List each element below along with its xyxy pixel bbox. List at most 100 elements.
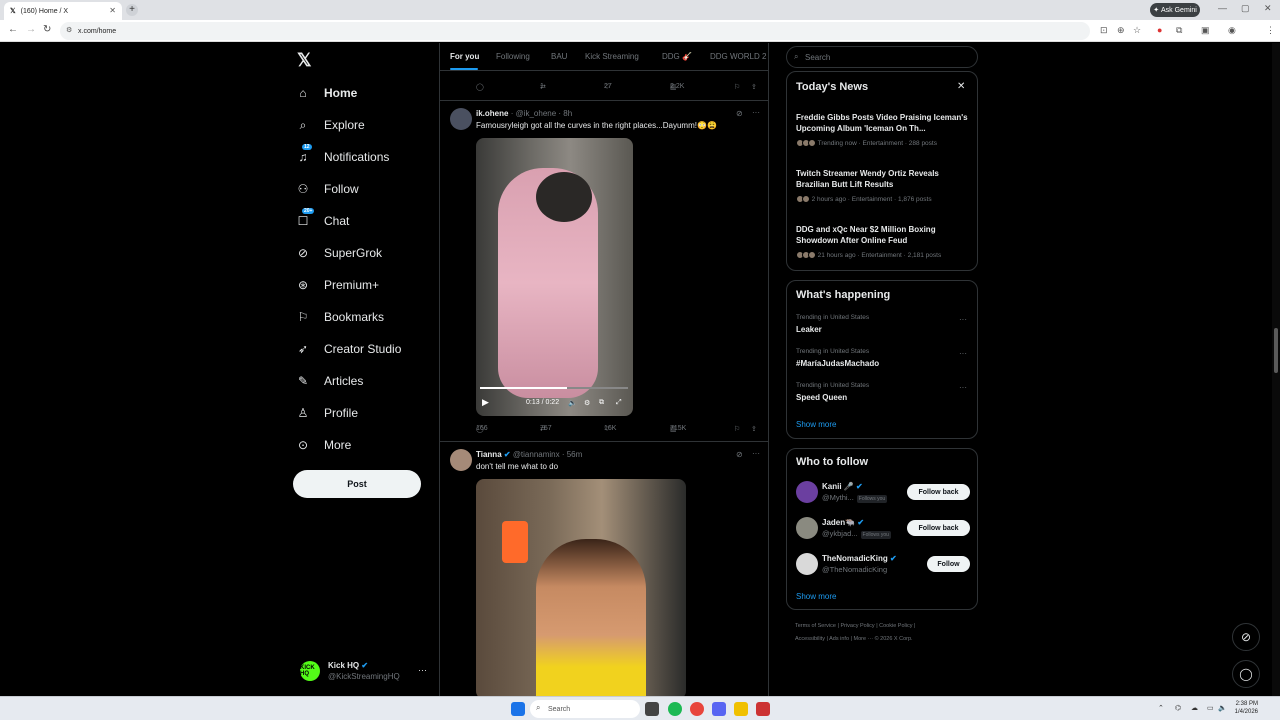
sidebar-item-premium[interactable]: ⊛ Premium+ <box>296 269 436 301</box>
play-icon[interactable]: ▶ <box>482 397 489 408</box>
spotify-icon[interactable] <box>668 702 682 716</box>
like-count: 16K <box>604 425 617 432</box>
tab-for-you[interactable]: For you <box>450 52 479 61</box>
chrome-icon[interactable] <box>690 702 704 716</box>
close-icon[interactable]: ✕ <box>957 81 965 92</box>
new-tab-button[interactable]: + <box>126 4 138 16</box>
reload-icon[interactable]: ↻ <box>43 24 51 35</box>
browser-menu-icon[interactable]: ⋮ <box>1266 25 1275 36</box>
pip-icon[interactable]: ⧉ <box>599 399 604 407</box>
post-image[interactable] <box>476 479 686 696</box>
app-icon[interactable] <box>756 702 770 716</box>
bookmark-star-icon[interactable]: ☆ <box>1133 25 1141 36</box>
site-info-icon[interactable]: ⚙ <box>66 26 72 34</box>
avatar[interactable] <box>450 108 472 130</box>
discord-icon[interactable] <box>712 702 726 716</box>
home-icon: ⌂ <box>299 86 307 100</box>
sidebar-item-creator-studio[interactable]: ➶ Creator Studio <box>296 333 436 365</box>
sidebar-item-explore[interactable]: ⌕ Explore <box>296 109 436 141</box>
volume-icon[interactable]: 🔈 <box>568 399 577 407</box>
more-icon[interactable]: ··· <box>959 349 967 358</box>
follow-button[interactable]: Follow <box>927 556 970 572</box>
tab-following[interactable]: Following <box>496 52 530 61</box>
sidebar-item-more[interactable]: ⊙ More <box>296 429 436 461</box>
share-icon[interactable]: ⇪ <box>751 83 757 91</box>
sidebar-item-label: Creator Studio <box>324 342 402 356</box>
show-more-link[interactable]: Show more <box>796 420 836 429</box>
sidebar-item-supergrok[interactable]: ⊘ SuperGrok <box>296 237 436 269</box>
search-input[interactable]: ⌕ Search <box>786 46 978 68</box>
follows-you-badge: Follows you <box>860 531 891 539</box>
video-progress-bar[interactable] <box>480 387 628 389</box>
bookmark-button[interactable]: ⚐ <box>734 83 740 91</box>
footer-links[interactable]: Accessibility | Ads info | More ··· © 20… <box>795 636 913 642</box>
sidebar-item-notifications[interactable]: ♫ 12 Notifications <box>296 141 436 173</box>
scrollbar-thumb[interactable] <box>1274 328 1278 373</box>
post-video[interactable]: ▶ 0:13 / 0:22 🔈 ⚙ ⧉ ⤢ <box>476 138 633 416</box>
bookmark-button[interactable]: ⚐ <box>734 425 740 433</box>
sidebar-item-profile[interactable]: ♙ Profile <box>296 397 436 429</box>
app-icon[interactable] <box>734 702 748 716</box>
show-more-link[interactable]: Show more <box>796 592 836 601</box>
share-icon[interactable]: ⇪ <box>751 425 757 433</box>
sidebar-item-chat[interactable]: ☐ 20+ Chat <box>296 205 436 237</box>
ask-gemini-button[interactable]: ✦ Ask Gemini <box>1150 3 1200 17</box>
settings-icon[interactable]: ⚙ <box>584 399 590 407</box>
post-author[interactable]: ik.ohene · @ik_ohene · 8h <box>476 109 572 118</box>
profile-icon[interactable]: ◉ <box>1228 25 1236 36</box>
post-author[interactable]: Tianna ✔ @tiannaminx · 56m <box>476 450 582 459</box>
grok-float-button[interactable]: ⊘ <box>1232 623 1260 651</box>
window-close-icon[interactable]: ✕ <box>1264 3 1272 14</box>
taskbar-search[interactable]: ⌕ Search <box>530 700 640 718</box>
tab-ddg[interactable]: DDG 🎸 <box>662 52 692 61</box>
tab-kick-streaming[interactable]: Kick Streaming <box>585 52 639 61</box>
post-button[interactable]: Post <box>293 470 421 498</box>
windows-start-icon[interactable] <box>511 702 525 716</box>
cloud-icon[interactable]: ☁ <box>1191 704 1198 712</box>
extension-icon[interactable]: ● <box>1157 25 1162 35</box>
file-explorer-icon[interactable] <box>645 702 659 716</box>
forward-icon[interactable]: → <box>26 24 36 35</box>
sidebar-item-articles[interactable]: ✎ Articles <box>296 365 436 397</box>
follow-back-button[interactable]: Follow back <box>907 484 970 500</box>
zoom-icon[interactable]: ⊕ <box>1117 25 1125 36</box>
sidebar-item-bookmarks[interactable]: ⚐ Bookmarks <box>296 301 436 333</box>
follow-back-button[interactable]: Follow back <box>907 520 970 536</box>
messages-float-button[interactable]: ◯ <box>1232 660 1260 688</box>
address-bar[interactable]: ⚙ x.com/home <box>60 22 1090 40</box>
maximize-icon[interactable]: ▢ <box>1241 3 1250 14</box>
avatar[interactable] <box>450 449 472 471</box>
more-icon[interactable]: ··· <box>752 108 760 117</box>
more-icon[interactable]: ··· <box>959 315 967 324</box>
back-icon[interactable]: ← <box>8 24 18 35</box>
more-icon[interactable]: ··· <box>752 449 760 458</box>
monitor-icon[interactable]: ▭ <box>1207 704 1214 712</box>
install-app-icon[interactable]: ⊡ <box>1100 25 1108 36</box>
split-view-icon[interactable]: ▣ <box>1201 25 1210 36</box>
taskbar-clock[interactable]: 2:38 PM 1/4/2026 <box>1230 700 1258 716</box>
network-icon[interactable]: ⌬ <box>1175 704 1181 712</box>
scrollbar[interactable] <box>1272 43 1280 696</box>
grok-icon[interactable]: ⊘ <box>736 450 743 459</box>
x-page: 𝕏 ⌂ Home ⌕ Explore ♫ 12 Notifications ⚇ Follo… <box>0 43 1280 696</box>
divider <box>440 100 768 101</box>
tab-bau[interactable]: BAU <box>551 52 567 61</box>
x-logo[interactable]: 𝕏 <box>297 50 312 71</box>
verified-icon: ✔ <box>503 450 511 459</box>
sidebar-item-home[interactable]: ⌂ Home <box>296 77 436 109</box>
minimize-icon[interactable]: — <box>1218 3 1227 13</box>
tab-ddg-world-2[interactable]: DDG WORLD 2 <box>710 52 766 61</box>
browser-tab[interactable]: 𝕏 (160) Home / X ✕ <box>4 2 122 20</box>
extensions-puzzle-icon[interactable]: ⧉ <box>1176 25 1182 36</box>
reply-count: 166 <box>476 425 488 432</box>
fullscreen-icon[interactable]: ⤢ <box>616 399 622 407</box>
sidebar-item-follow[interactable]: ⚇ Follow <box>296 173 436 205</box>
account-switcher[interactable]: KICK HQ Kick HQ ✔ @KickStreamingHQ ··· <box>300 659 435 683</box>
more-icon[interactable]: ··· <box>418 665 427 675</box>
volume-icon[interactable]: 🔈 <box>1218 704 1227 712</box>
close-icon[interactable]: ✕ <box>109 6 116 15</box>
footer-links[interactable]: Terms of Service | Privacy Policy | Cook… <box>795 623 915 629</box>
more-icon[interactable]: ··· <box>959 383 967 392</box>
grok-icon[interactable]: ⊘ <box>736 109 743 118</box>
tray-chevron-icon[interactable]: ⌃ <box>1158 704 1164 712</box>
